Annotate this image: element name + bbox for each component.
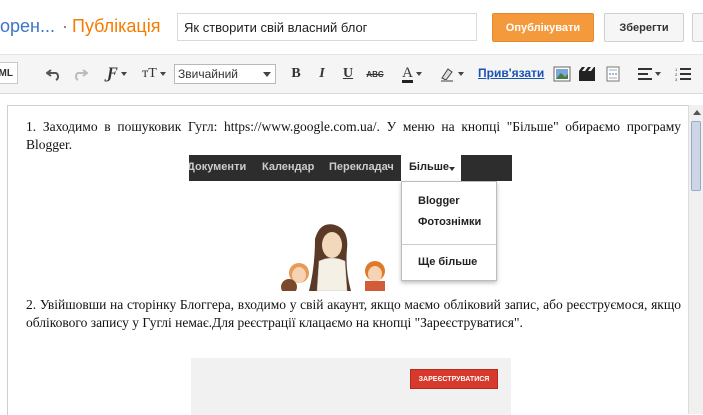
paragraph-1: 1. Заходимо в пошуковик Гугл: https://ww… — [26, 119, 681, 152]
strikethrough-button[interactable]: ABC — [364, 64, 386, 84]
google-nav-bar: Документи Календар Перекладач — [189, 155, 512, 181]
menu-divider — [402, 244, 496, 245]
svg-text:3: 3 — [675, 77, 678, 81]
jump-break-icon[interactable] — [603, 64, 623, 84]
doodle-illustration — [281, 224, 385, 291]
paragraph-format-select[interactable]: Звичайний — [174, 64, 276, 84]
video-icon[interactable] — [577, 64, 597, 84]
align-icon[interactable] — [635, 64, 663, 84]
post-body-editor[interactable]: 1. Заходимо в пошуковик Гугл: https://ww… — [7, 105, 688, 415]
format-select-value: Звичайний — [178, 67, 238, 81]
bold-button[interactable]: B — [286, 64, 306, 84]
nav-item-translate: Перекладач — [329, 161, 394, 173]
chevron-down-icon — [449, 167, 455, 171]
preview-button[interactable] — [692, 13, 703, 42]
chevron-down-icon — [263, 72, 271, 77]
blogger-signup-screenshot: ЗАРЕЄСТРУВАТИСЯ — [191, 358, 511, 415]
formatting-toolbar: ML Ƒ тT Звичайний B I U ABC A Прив'язати… — [0, 55, 703, 94]
blog-name-link[interactable]: орен... — [0, 16, 55, 37]
font-family-icon[interactable]: Ƒ — [103, 64, 131, 84]
scrollbar-thumb[interactable] — [691, 121, 701, 191]
signup-button-image: ЗАРЕЄСТРУВАТИСЯ — [410, 369, 498, 389]
highlight-icon[interactable] — [436, 64, 466, 84]
more-dropdown-menu: Blogger Фотознімки Ще більше — [401, 181, 497, 281]
breadcrumb-separator: · — [62, 16, 68, 36]
font-size-icon[interactable]: тT — [138, 64, 170, 84]
menu-item-photos: Фотознімки — [418, 216, 482, 228]
nav-item-docs: Документи — [189, 161, 247, 173]
insert-link-button[interactable]: Прив'язати — [478, 66, 544, 80]
undo-icon[interactable] — [44, 64, 64, 84]
menu-item-blogger: Blogger — [418, 195, 460, 207]
paragraph-2: 2. Увійшовши на сторінку Блоггера, входи… — [26, 297, 681, 330]
post-title-input[interactable] — [177, 13, 477, 41]
numbered-list-icon[interactable]: 123 — [673, 64, 693, 84]
more-label: Більше — [409, 161, 449, 173]
save-button[interactable]: Зберегти — [604, 13, 684, 42]
menu-item-even-more: Ще більше — [418, 256, 478, 268]
nav-item-calendar: Календар — [262, 161, 315, 173]
google-menu-screenshot: Документи Календар Перекладач Більше Blo… — [189, 155, 512, 291]
html-mode-tab[interactable]: ML — [0, 62, 18, 84]
editor-scrollbar[interactable] — [688, 105, 703, 414]
publish-button[interactable]: Опублікувати — [492, 13, 594, 42]
text-color-icon[interactable]: A — [397, 64, 427, 84]
editor-header: орен... · Публікація Опублікувати Зберег… — [0, 0, 703, 55]
redo-icon[interactable] — [70, 64, 90, 84]
underline-button[interactable]: U — [338, 64, 358, 84]
nav-item-more: Більше — [401, 155, 461, 181]
image-icon[interactable] — [552, 64, 572, 84]
scroll-up-arrow-icon[interactable] — [689, 105, 703, 120]
italic-button[interactable]: I — [312, 64, 332, 84]
page-title: Публікація — [72, 16, 161, 36]
